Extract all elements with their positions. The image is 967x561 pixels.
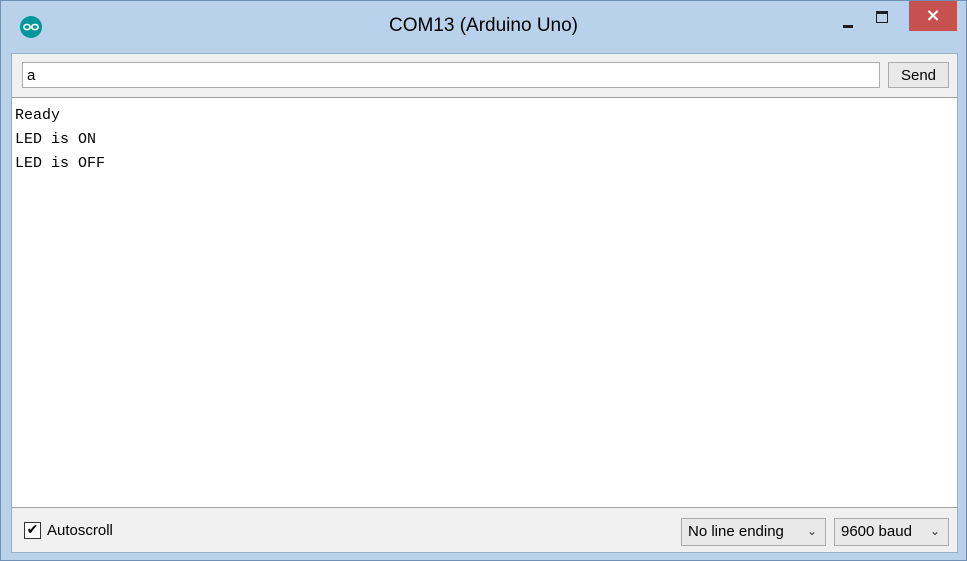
checkmark-icon: ✔: [26, 522, 39, 538]
send-bar: Send: [12, 54, 957, 98]
close-button[interactable]: ×: [909, 1, 957, 31]
close-icon: ×: [925, 5, 941, 26]
serial-monitor-body: Send Ready LED is ON LED is OFF ✔ Autosc…: [11, 53, 958, 553]
maximize-button[interactable]: [867, 5, 897, 31]
baud-rate-select[interactable]: 9600 baud ⌄: [834, 518, 949, 546]
autoscroll-checkbox[interactable]: ✔: [24, 522, 41, 539]
chevron-down-icon: ⌄: [929, 524, 940, 538]
send-button[interactable]: Send: [888, 62, 949, 88]
line-ending-select[interactable]: No line ending ⌄: [681, 518, 826, 546]
output-line: Ready: [15, 107, 61, 124]
serial-monitor-window: COM13 (Arduino Uno) × Send Ready LED is …: [0, 0, 967, 561]
window-title: COM13 (Arduino Uno): [388, 15, 579, 36]
output-line: LED is OFF: [15, 155, 106, 172]
title-bar[interactable]: COM13 (Arduino Uno) ×: [1, 1, 966, 53]
serial-input-field[interactable]: [22, 62, 880, 88]
line-ending-value: No line ending: [688, 523, 784, 540]
chevron-down-icon: ⌄: [806, 524, 817, 538]
minimize-button[interactable]: [833, 9, 863, 31]
serial-output-area[interactable]: Ready LED is ON LED is OFF: [12, 97, 957, 508]
status-bar: ✔ Autoscroll No line ending ⌄ 9600 baud …: [12, 508, 957, 552]
output-line: LED is ON: [15, 131, 97, 148]
baud-rate-value: 9600 baud: [841, 523, 912, 540]
autoscroll-label: Autoscroll: [47, 522, 113, 539]
